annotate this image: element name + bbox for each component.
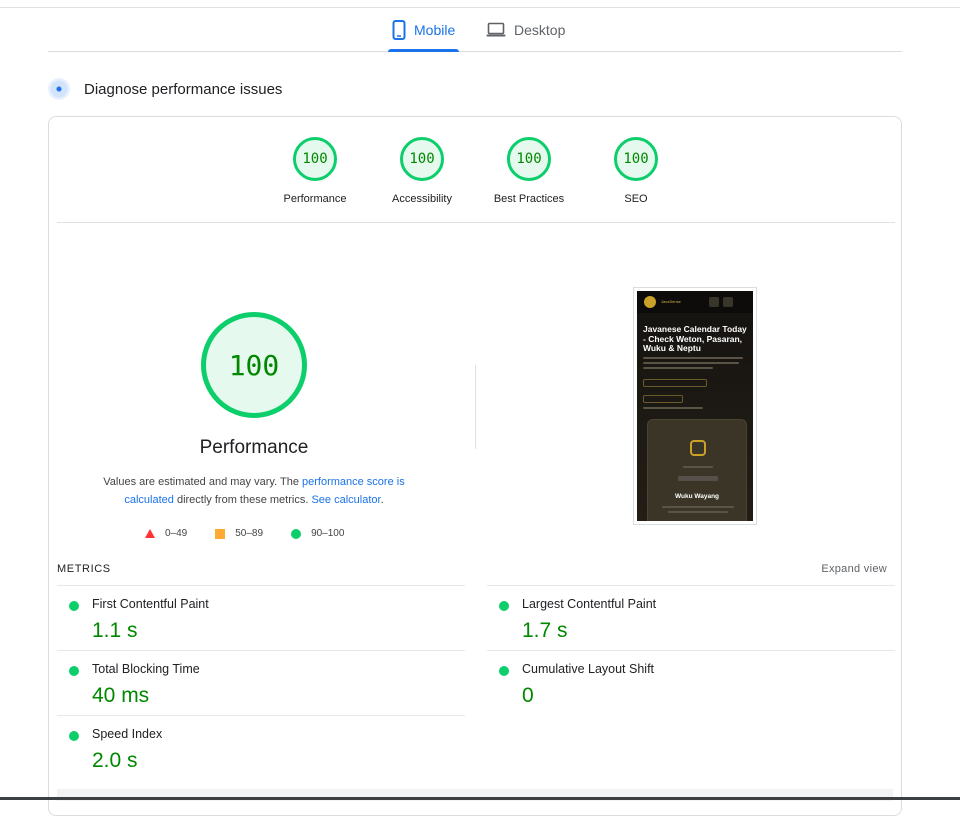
score-gauges: 100 Performance 100 Accessibility 100 Be… [57,117,895,223]
legend-label: 0–49 [165,528,188,539]
gauge-performance[interactable]: 100 Performance [265,137,365,205]
square-icon [215,528,226,539]
metric-label: Cumulative Layout Shift [522,662,655,676]
metric-lcp: Largest Contentful Paint 1.7 s [487,585,895,650]
triangle-icon [145,529,155,538]
legend-fail: 0–49 [145,528,187,539]
expand-view-button[interactable]: Expand view [821,563,887,575]
metric-label: First Contentful Paint [92,597,209,611]
metrics-header: METRICS Expand view [57,563,887,585]
diagnose-icon [48,78,70,100]
metric-value: 2.0 s [92,749,138,772]
gauge-score: 100 [507,137,551,181]
gauge-score: 100 [293,137,337,181]
pass-icon [69,666,79,676]
screenshot-content: JavaSense Javanese Calendar Today - Chec… [637,291,753,521]
performance-big-gauge: 100 [201,312,307,418]
gauge-score: 100 [400,137,444,181]
text-line [643,407,703,409]
final-screenshot[interactable]: JavaSense Javanese Calendar Today - Chec… [633,287,757,525]
gauge-label: Best Practices [493,193,565,205]
menu-icon [709,297,719,307]
legend-average: 50–89 [215,528,263,539]
gauge-score: 100 [614,137,658,181]
see-calculator-link[interactable]: See calculator [311,494,380,506]
performance-note: Values are estimated and may vary. The p… [79,473,429,509]
gauge-label: Accessibility [392,193,452,205]
note-text: directly from these metrics. [173,494,312,506]
metric-tbt: Total Blocking Time 40 ms [57,650,465,715]
summary-card: Wuku Wayang [647,419,747,521]
metric-value: 1.1 s [92,619,138,642]
metric-value: 40 ms [92,684,150,707]
site-brand: JavaSense [661,299,681,304]
calendar-icon [690,440,706,456]
diagnose-header: Diagnose performance issues [48,78,282,100]
tab-desktop[interactable]: Desktop [482,8,569,51]
pass-icon [69,601,79,611]
text-line [662,506,734,508]
tab-desktop-label: Desktop [514,21,566,38]
vertical-divider [475,365,476,449]
text-line [643,362,739,364]
metric-speed-index: Speed Index 2.0 s [57,715,465,780]
laptop-icon [486,22,506,36]
note-text: . [380,494,384,506]
text-line [643,357,743,359]
legend-label: 50–89 [235,528,264,539]
pass-icon [499,666,509,676]
note-text: Values are estimated and may vary. The [103,476,302,488]
diagnose-title: Diagnose performance issues [84,80,283,98]
report-card: 100 Performance 100 Accessibility 100 Be… [48,116,902,816]
theme-icon [723,297,733,307]
metric-label: Total Blocking Time [92,662,200,676]
metric-label: Speed Index [92,727,163,741]
performance-title: Performance [199,437,309,458]
circle-icon [291,528,302,539]
metrics-title: METRICS [57,563,111,575]
device-tabs: Mobile Desktop [48,8,902,52]
score-legend: 0–49 50–89 90–100 [145,528,372,539]
phone-icon [392,19,406,40]
gauge-label: SEO [624,193,648,205]
gauge-seo[interactable]: 100 SEO [586,137,686,205]
metric-fcp: First Contentful Paint 1.1 s [57,585,465,650]
screenshot-title: Javanese Calendar Today - Check Weton, P… [643,324,747,353]
pass-icon [499,601,509,611]
text-line [683,466,713,468]
legend-label: 90–100 [311,528,345,539]
gauge-label: Performance [283,193,347,205]
wuku-name: Wuku Wayang [674,493,720,500]
screenshot-header: JavaSense [637,291,753,313]
metric-value: 1.7 s [522,619,568,642]
pass-icon [69,731,79,741]
gauge-accessibility[interactable]: 100 Accessibility [372,137,472,205]
metric-value: 0 [522,684,534,707]
badge [678,476,718,481]
site-logo-icon [644,296,656,308]
legend-pass: 90–100 [291,528,344,539]
gauge-best-practices[interactable]: 100 Best Practices [479,137,579,205]
screenshot-button [643,379,707,387]
text-line [668,511,728,513]
metric-label: Largest Contentful Paint [522,597,657,611]
tab-mobile[interactable]: Mobile [388,8,460,52]
tab-mobile-label: Mobile [414,21,456,38]
text-line [643,367,713,369]
screenshot-button [643,395,683,403]
metric-cls: Cumulative Layout Shift 0 [487,650,895,715]
